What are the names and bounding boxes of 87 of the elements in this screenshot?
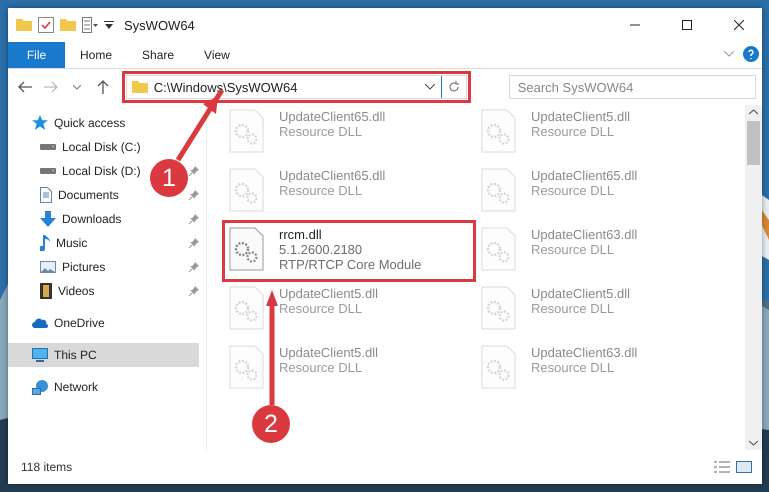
scrollbar-thumb[interactable] [747,121,760,165]
picture-icon [40,261,56,273]
sidebar-item[interactable]: Local Disk (C:) [8,135,147,159]
folder-icon [16,19,32,31]
sidebar-item[interactable]: Network [8,375,104,399]
pin-icon [189,214,199,224]
scroll-down-icon[interactable] [749,440,758,446]
pin-icon [189,262,199,272]
sidebar-item[interactable]: Pictures [8,255,112,279]
pin-icon [189,238,199,248]
details-view-icon[interactable] [714,461,730,473]
pin-icon [189,190,199,200]
large-icons-view-icon[interactable] [736,461,752,473]
file-detail: Resource DLL [531,301,616,316]
file-name: UpdateClient65.dll [531,168,638,183]
file-detail: Resource DLL [531,183,616,198]
maximize-icon[interactable] [682,20,692,30]
ribbon-tab[interactable]: Home [65,42,128,68]
monitor-icon [32,348,48,362]
dll-file-icon [481,109,517,153]
file-name: UpdateClient5.dll [279,345,378,360]
file-detail: 5.1.2600.2180 [279,242,364,257]
file-detail: RTP/RTCP Core Module [279,257,422,272]
sidebar-item[interactable]: Local Disk (D:) [8,159,147,183]
dll-file-icon [229,286,265,330]
down-arrow-icon [40,211,56,227]
dll-file-icon [229,345,265,389]
file-detail: Resource DLL [279,183,364,198]
file-detail: Resource DLL [531,124,616,139]
chevron-icon[interactable] [72,84,81,90]
sidebar-item[interactable]: This PC [8,343,199,367]
file-name: UpdateClient63.dll [531,345,638,360]
document-icon [40,187,52,203]
refresh-icon[interactable] [448,81,460,93]
dll-file-icon [229,168,265,212]
file-detail: Resource DLL [531,242,616,257]
music-note-icon [40,235,50,251]
caret-icon[interactable] [424,84,435,90]
network-icon [32,380,48,394]
film-icon [40,283,52,299]
minimize-icon[interactable] [630,24,640,26]
pin-icon [189,286,199,296]
file-detail: Resource DLL [279,301,364,316]
close-icon[interactable] [734,20,744,30]
ribbon-tab[interactable]: Share [127,42,190,68]
file-name: UpdateClient5.dll [531,286,630,301]
drive-icon [40,144,56,150]
dll-file-icon [481,168,517,212]
dropdown-icon[interactable] [104,21,114,29]
cloud-icon [32,318,48,328]
ribbon-tab[interactable]: View [189,42,245,68]
file-tile[interactable]: rrcm.dll 5.1.2600.2180 RTP/RTCP Core Module [225,223,473,279]
dll-file-icon [481,286,517,330]
star-icon [32,115,48,131]
sidebar-item[interactable]: Quick access [8,111,132,135]
ribbon-tab[interactable]: File [8,42,65,68]
dll-file-icon [229,227,265,271]
file-name: UpdateClient65.dll [279,168,386,183]
sidebar-item[interactable]: Music [8,231,94,255]
file-detail: Resource DLL [531,360,616,375]
dll-file-icon [481,227,517,271]
file-name: rrcm.dll [279,227,323,242]
sidebar-item[interactable]: OneDrive [8,311,111,335]
up-icon[interactable] [96,80,109,94]
chevron-icon[interactable] [724,51,734,57]
help-icon[interactable] [743,46,759,62]
scroll-up-icon[interactable] [749,109,758,115]
file-name: UpdateClient5.dll [531,109,630,124]
file-name: UpdateClient63.dll [531,227,638,242]
item-count: 118 items [21,460,72,474]
pin-icon [189,166,199,176]
checklist-icon[interactable] [38,17,54,33]
file-detail: Resource DLL [279,360,364,375]
folder-icon [132,81,148,93]
file-name: UpdateClient5.dll [279,286,378,301]
dll-file-icon [229,109,265,153]
properties-icon[interactable] [82,17,98,33]
search-field[interactable]: Search SysWOW64 [508,75,756,99]
sidebar-item[interactable]: Downloads [8,207,128,231]
drive-icon [40,168,56,174]
sidebar-item[interactable]: Documents [8,183,125,207]
file-detail: Resource DLL [279,124,364,139]
dll-file-icon [481,345,517,389]
file-name: UpdateClient65.dll [279,109,386,124]
window-title: SysWOW64 [124,18,195,32]
sidebar-item[interactable]: Videos [8,279,100,303]
back-icon[interactable] [18,81,32,93]
